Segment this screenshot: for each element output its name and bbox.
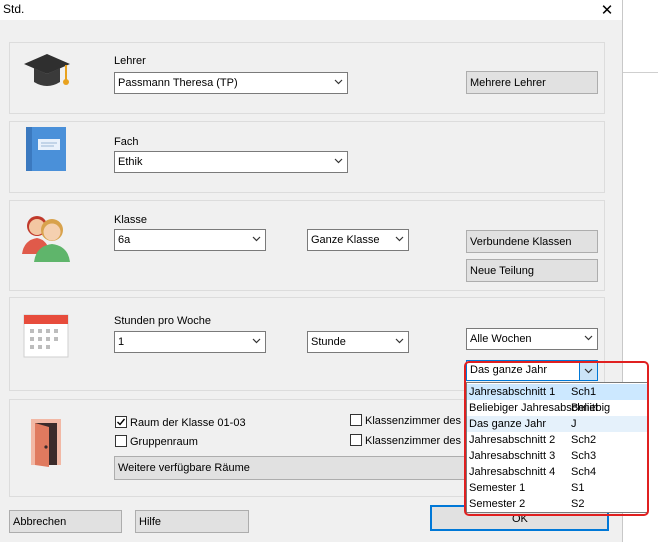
chevron-down-icon — [252, 338, 261, 344]
wochen-select[interactable]: Alle Wochen — [466, 328, 598, 350]
hilfe-button[interactable]: Hilfe — [135, 510, 249, 533]
gruppenraum-checkbox[interactable] — [115, 435, 127, 447]
people-icon — [22, 216, 70, 262]
window-title: Std. — [3, 2, 25, 16]
abbrechen-button[interactable]: Abbrechen — [9, 510, 122, 533]
fach-select[interactable]: Ethik — [114, 151, 348, 173]
graduation-cap-icon — [24, 54, 70, 86]
chevron-down-icon — [334, 79, 343, 85]
stunden-select[interactable]: 1 — [114, 331, 266, 353]
klasse-value: 6a — [118, 234, 131, 246]
chevron-down-icon — [395, 236, 404, 242]
lehrer-select[interactable]: Passmann Theresa (TP) — [114, 72, 348, 94]
chevron-down-icon — [395, 338, 404, 344]
close-button[interactable]: ✕ — [598, 1, 616, 19]
neue-teilung-button[interactable]: Neue Teilung — [466, 259, 598, 282]
lehrer-value: Passmann Theresa (TP) — [118, 77, 238, 89]
weitere-raeume-label: Weitere verfügbare Räume — [118, 462, 250, 474]
abbrechen-label: Abbrechen — [13, 516, 67, 528]
verbundene-klassen-label: Verbundene Klassen — [470, 236, 572, 248]
raum-klasse-checkbox[interactable] — [115, 416, 127, 428]
gruppenraum-label: Gruppenraum — [130, 436, 198, 448]
klasse-label: Klasse — [114, 214, 148, 226]
stunden-value: 1 — [118, 336, 125, 348]
hilfe-label: Hilfe — [139, 516, 162, 528]
chevron-down-icon — [252, 236, 261, 242]
lehrer-label: Lehrer — [114, 55, 146, 67]
teilung-select[interactable]: Ganze Klasse — [307, 229, 409, 251]
verbundene-klassen-button[interactable]: Verbundene Klassen — [466, 230, 598, 253]
checkmark-icon — [117, 418, 126, 426]
klassenzimmer-schueler-checkbox[interactable] — [350, 434, 362, 446]
chevron-down-icon — [584, 335, 593, 341]
einheit-value: Stunde — [311, 336, 346, 348]
highlight-annotation — [464, 361, 649, 516]
einheit-select[interactable]: Stunde — [307, 331, 409, 353]
title-bar — [0, 0, 622, 20]
background-window-panel — [623, 22, 658, 73]
book-icon — [26, 127, 66, 171]
mehrere-lehrer-button[interactable]: Mehrere Lehrer — [466, 71, 598, 94]
calendar-icon — [23, 314, 69, 358]
neue-teilung-label: Neue Teilung — [470, 265, 535, 277]
wochen-value: Alle Wochen — [470, 333, 532, 345]
fach-value: Ethik — [118, 156, 143, 168]
weitere-raeume-button[interactable]: Weitere verfügbare Räume — [114, 456, 466, 480]
mehrere-lehrer-label: Mehrere Lehrer — [470, 77, 546, 89]
door-icon — [31, 419, 61, 467]
teilung-value: Ganze Klasse — [311, 234, 380, 246]
stunden-label: Stunden pro Woche — [114, 315, 212, 327]
chevron-down-icon — [334, 158, 343, 164]
klasse-select[interactable]: 6a — [114, 229, 266, 251]
fach-label: Fach — [114, 136, 139, 148]
klassenzimmer-lehrer-label: Klassenzimmer des Le — [365, 415, 477, 427]
klassenzimmer-lehrer-checkbox[interactable] — [350, 414, 362, 426]
raum-klasse-label: Raum der Klasse 01-03 — [130, 417, 246, 429]
klassenzimmer-schueler-label: Klassenzimmer des Sc — [365, 435, 477, 447]
